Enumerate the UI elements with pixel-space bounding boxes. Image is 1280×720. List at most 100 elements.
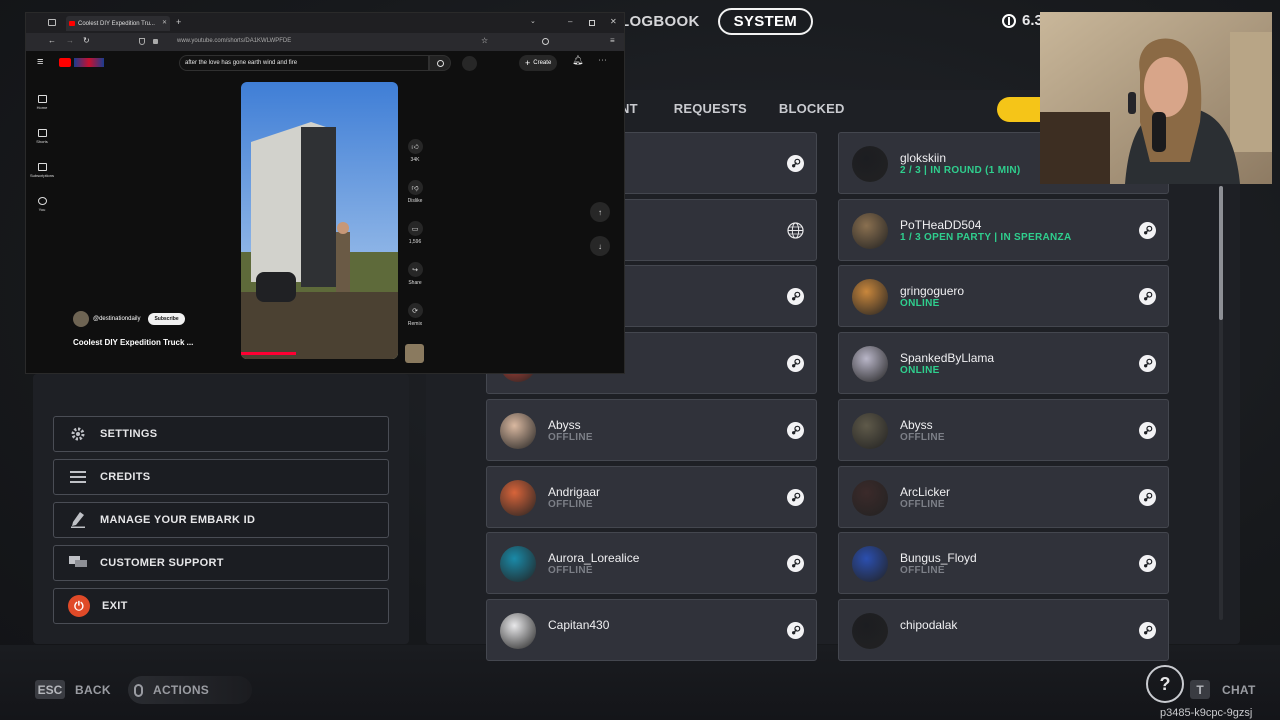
- mic-icon[interactable]: [462, 56, 477, 71]
- friend-name: Abyss: [900, 417, 933, 432]
- friend-card[interactable]: Andrigaar OFFLINE: [486, 465, 817, 528]
- close-tab-icon[interactable]: ✕: [162, 19, 167, 26]
- more-options-icon[interactable]: ⋯: [598, 55, 607, 66]
- create-label: Create: [533, 60, 552, 66]
- url-field[interactable]: www.youtube.com/shorts/DA1KWLWPFDE: [177, 38, 291, 44]
- friend-name: PoTHeaDD504: [900, 217, 982, 232]
- shorts-icon: [37, 128, 47, 137]
- subscriptions-icon: [37, 162, 47, 171]
- top-nav: LOGBOOK SYSTEM: [620, 7, 814, 35]
- exit-label: EXIT: [102, 600, 128, 612]
- sound-thumbnail[interactable]: [405, 344, 424, 363]
- tab-blocked[interactable]: BLOCKED: [779, 101, 845, 116]
- shield-icon: [139, 38, 145, 45]
- friend-card[interactable]: PoTHeaDD504 1 / 3 OPEN PARTY | IN SPERANZ…: [838, 198, 1169, 261]
- manage-embark-id-label: MANAGE YOUR EMBARK ID: [100, 514, 256, 526]
- bookmark-star-icon[interactable]: ☆: [481, 36, 488, 45]
- friends-scrollbar[interactable]: [1219, 186, 1223, 320]
- friend-card[interactable]: Abyss OFFLINE: [486, 398, 817, 461]
- create-button[interactable]: + Create: [519, 55, 558, 71]
- tab-requests[interactable]: REQUESTS: [674, 101, 747, 116]
- actions-control[interactable]: ACTIONS: [128, 676, 252, 704]
- friend-status: OFFLINE: [900, 431, 945, 443]
- like-action[interactable]: 👍︎ 34K: [404, 139, 426, 180]
- friend-card[interactable]: Bungus_Floyd OFFLINE: [838, 532, 1169, 595]
- coin-icon: [1002, 13, 1016, 28]
- browser-tab-title: Coolest DIY Expedition Tru...: [78, 20, 155, 27]
- search-button[interactable]: [429, 55, 451, 71]
- dislike-action[interactable]: 👎︎ Dislike: [404, 180, 426, 221]
- notifications-bell-icon[interactable]: 🔔︎: [572, 55, 583, 66]
- forward-arrow-icon[interactable]: →: [66, 36, 74, 45]
- back-control[interactable]: ESC BACK: [35, 680, 111, 699]
- friend-card[interactable]: Aurora_Lorealice OFFLINE: [486, 532, 817, 595]
- credits-icon: [68, 468, 88, 486]
- sidebar-item-home[interactable]: Home: [26, 85, 58, 119]
- back-arrow-icon[interactable]: ←: [48, 36, 56, 45]
- sidebar-item-subscriptions[interactable]: Subscriptions: [26, 153, 58, 187]
- minimize-icon[interactable]: –: [568, 17, 572, 26]
- avatar: [852, 546, 888, 583]
- reload-icon[interactable]: ↻: [83, 36, 90, 45]
- currency-display: 6.3: [1002, 12, 1043, 29]
- hamburger-icon[interactable]: ≡: [37, 56, 43, 68]
- search-input[interactable]: after the love has gone earth wind and f…: [179, 55, 442, 71]
- sidebar-item-shorts[interactable]: Shorts: [26, 119, 58, 153]
- thumbs-up-icon: 👍︎: [407, 139, 423, 154]
- friend-card[interactable]: ArcLicker OFFLINE: [838, 465, 1169, 528]
- maximize-icon[interactable]: [589, 20, 595, 26]
- friend-card[interactable]: Abyss OFFLINE: [838, 398, 1169, 461]
- friend-status: ONLINE: [900, 298, 940, 310]
- youtube-logo[interactable]: [59, 58, 71, 67]
- next-short-button[interactable]: ↓: [590, 236, 610, 256]
- sidebar-item-you[interactable]: You: [26, 187, 58, 221]
- chat-control[interactable]: T CHAT: [1190, 680, 1256, 699]
- friend-card[interactable]: Capitan430: [486, 598, 817, 661]
- browser-tab[interactable]: Coolest DIY Expedition Tru... ✕: [66, 16, 170, 31]
- friend-card[interactable]: chipodalak: [838, 598, 1169, 661]
- friend-status: OFFLINE: [548, 498, 593, 510]
- browser-app-menu-icon[interactable]: ≡: [610, 36, 615, 45]
- steam-icon: [787, 621, 804, 639]
- channel-name[interactable]: @destinationdaily: [93, 316, 140, 322]
- previous-short-button[interactable]: ↑: [590, 202, 610, 222]
- nav-system[interactable]: SYSTEM: [717, 7, 814, 35]
- remix-label: Remix: [407, 321, 423, 327]
- share-action[interactable]: ↪ Share: [404, 262, 426, 303]
- help-icon[interactable]: ?: [1146, 665, 1184, 703]
- extensions-icon[interactable]: [542, 38, 549, 45]
- power-icon: ⏻: [68, 595, 90, 617]
- friend-status: OFFLINE: [548, 431, 593, 443]
- avatar: [852, 146, 888, 182]
- friend-status: ONLINE: [900, 365, 940, 377]
- browser-menu-icon[interactable]: [48, 19, 56, 26]
- channel-avatar[interactable]: [73, 311, 89, 327]
- video-title[interactable]: Coolest DIY Expedition Truck ...: [73, 338, 193, 347]
- steam-icon: [1139, 621, 1156, 639]
- settings-button[interactable]: SETTINGS: [53, 416, 389, 452]
- tab-list-icon[interactable]: ⌄: [530, 17, 536, 25]
- exit-button[interactable]: ⏻ EXIT: [53, 588, 389, 624]
- friend-card[interactable]: gringoguero ONLINE: [838, 265, 1169, 328]
- friend-card[interactable]: SpankedByLlama ONLINE: [838, 332, 1169, 395]
- comment-icon: ▭: [407, 221, 423, 236]
- customer-support-button[interactable]: CUSTOMER SUPPORT: [53, 545, 389, 581]
- remix-action[interactable]: ⟳ Remix: [404, 303, 426, 344]
- subscribe-button[interactable]: Subscribe: [148, 313, 185, 325]
- manage-embark-id-button[interactable]: MANAGE YOUR EMBARK ID: [53, 502, 389, 538]
- steam-icon: [1139, 221, 1156, 239]
- close-window-icon[interactable]: ✕: [610, 17, 617, 26]
- friend-status: OFFLINE: [900, 498, 945, 510]
- lock-icon: [153, 39, 158, 44]
- avatar: [852, 212, 888, 249]
- shorts-video[interactable]: [241, 82, 398, 359]
- comment-action[interactable]: ▭ 1,596: [404, 221, 426, 262]
- new-tab-icon[interactable]: +: [176, 17, 181, 27]
- nav-logbook[interactable]: LOGBOOK: [620, 13, 700, 30]
- credits-button[interactable]: CREDITS: [53, 459, 389, 495]
- flag-icon: [74, 58, 104, 67]
- channel-info: @destinationdaily Subscribe: [73, 311, 185, 327]
- browser-window[interactable]: Coolest DIY Expedition Tru... ✕ + ⌄ – ✕ …: [25, 12, 625, 374]
- sidebar-item-label: Shorts: [36, 138, 48, 144]
- settings-label: SETTINGS: [100, 428, 158, 440]
